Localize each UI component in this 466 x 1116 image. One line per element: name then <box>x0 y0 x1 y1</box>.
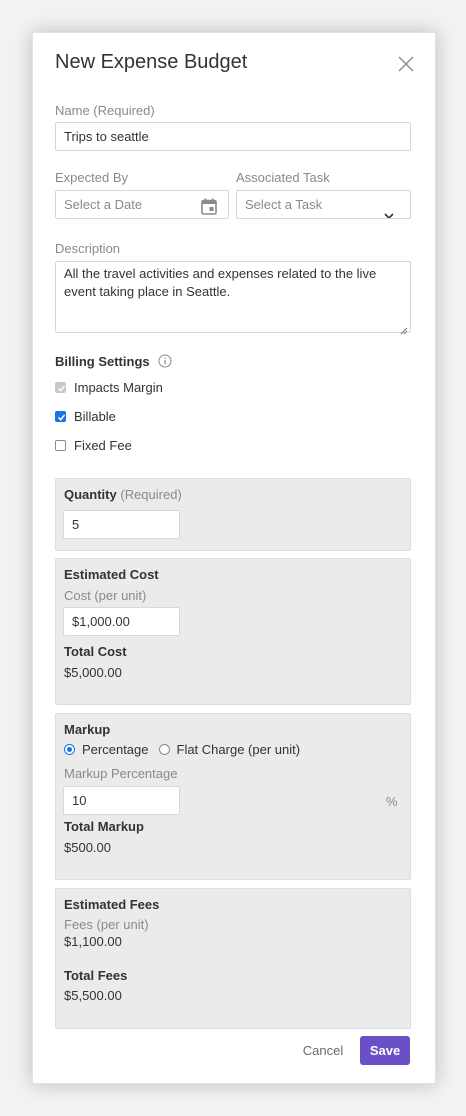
date-placeholder: Select a Date <box>64 197 143 212</box>
cost-per-unit-label: Cost (per unit) <box>64 588 147 603</box>
description-label: Description <box>55 241 121 256</box>
impacts-margin-checkbox: Impacts Margin <box>55 378 163 396</box>
expected-by-label: Expected By <box>55 170 128 185</box>
radio-button[interactable] <box>158 744 170 755</box>
fixed-fee-label: Fixed Fee <box>74 437 132 453</box>
associated-task-select[interactable]: Select a Task <box>236 190 411 219</box>
total-markup-value: $500.00 <box>64 840 111 855</box>
quantity-panel: Quantity (Required) 5 <box>55 478 411 551</box>
calendar-icon[interactable] <box>201 197 217 218</box>
markup-panel: Markup Percentage Flat Charge (per unit)… <box>55 713 411 880</box>
quantity-title: Quantity <box>64 487 117 502</box>
close-icon[interactable] <box>397 55 415 73</box>
description-text: All the travel activities and expenses r… <box>64 266 377 299</box>
billing-settings-title: Billing Settings <box>55 354 172 371</box>
total-cost-value: $5,000.00 <box>64 665 122 680</box>
total-fees-label: Total Fees <box>64 968 128 983</box>
cost-per-unit-input[interactable]: $1,000.00 <box>63 607 180 636</box>
flat-charge-label: Flat Charge (per unit) <box>176 742 301 757</box>
fixed-fee-checkbox[interactable]: Fixed Fee <box>55 436 132 454</box>
estimated-fees-panel: Estimated Fees Fees (per unit) $1,100.00… <box>55 888 411 1029</box>
quantity-label: Quantity (Required) <box>64 487 182 502</box>
total-cost-label: Total Cost <box>64 644 127 659</box>
new-expense-budget-dialog: New Expense Budget Name (Required) Trips… <box>32 32 436 1084</box>
save-button[interactable]: Save <box>360 1036 410 1065</box>
percentage-label: Percentage <box>82 742 149 757</box>
markup-type-radio-group: Percentage Flat Charge (per unit) <box>64 742 310 757</box>
dialog-title: New Expense Budget <box>55 51 248 73</box>
quantity-input[interactable]: 5 <box>63 510 180 539</box>
cancel-button[interactable]: Cancel <box>295 1036 351 1065</box>
flat-charge-radio[interactable]: Flat Charge (per unit) <box>158 742 301 757</box>
radio-button[interactable] <box>64 744 75 755</box>
percent-unit: % <box>386 794 398 809</box>
total-markup-label: Total Markup <box>64 819 144 834</box>
estimated-cost-title: Estimated Cost <box>64 567 159 582</box>
task-placeholder: Select a Task <box>245 197 323 212</box>
fees-per-unit-value: $1,100.00 <box>64 934 122 949</box>
name-label: Name (Required) <box>55 103 155 118</box>
estimated-fees-title: Estimated Fees <box>64 897 160 912</box>
total-fees-value: $5,500.00 <box>64 988 122 1003</box>
chevron-down-icon <box>384 202 394 218</box>
markup-percentage-input[interactable]: 10 <box>63 786 180 815</box>
billable-checkbox[interactable]: Billable <box>55 407 116 425</box>
percentage-radio[interactable]: Percentage <box>64 742 149 757</box>
markup-title: Markup <box>64 722 111 737</box>
checkbox-box <box>55 381 66 393</box>
checkbox-box[interactable] <box>55 410 66 422</box>
info-icon[interactable] <box>158 354 172 371</box>
impacts-margin-label: Impacts Margin <box>74 379 163 395</box>
checkbox-box[interactable] <box>55 439 66 451</box>
resize-handle-icon[interactable] <box>400 322 408 335</box>
fees-per-unit-label: Fees (per unit) <box>64 917 149 932</box>
billable-label: Billable <box>74 408 116 424</box>
required-marker: (Required) <box>120 487 182 502</box>
estimated-cost-panel: Estimated Cost Cost (per unit) $1,000.00… <box>55 558 411 705</box>
description-textarea[interactable]: All the travel activities and expenses r… <box>55 261 411 335</box>
expected-by-date-input[interactable]: Select a Date <box>55 190 229 219</box>
name-input[interactable]: Trips to seattle <box>55 122 411 151</box>
billing-settings-label: Billing Settings <box>55 354 150 369</box>
associated-task-label: Associated Task <box>236 170 330 185</box>
markup-percentage-label: Markup Percentage <box>64 766 178 781</box>
